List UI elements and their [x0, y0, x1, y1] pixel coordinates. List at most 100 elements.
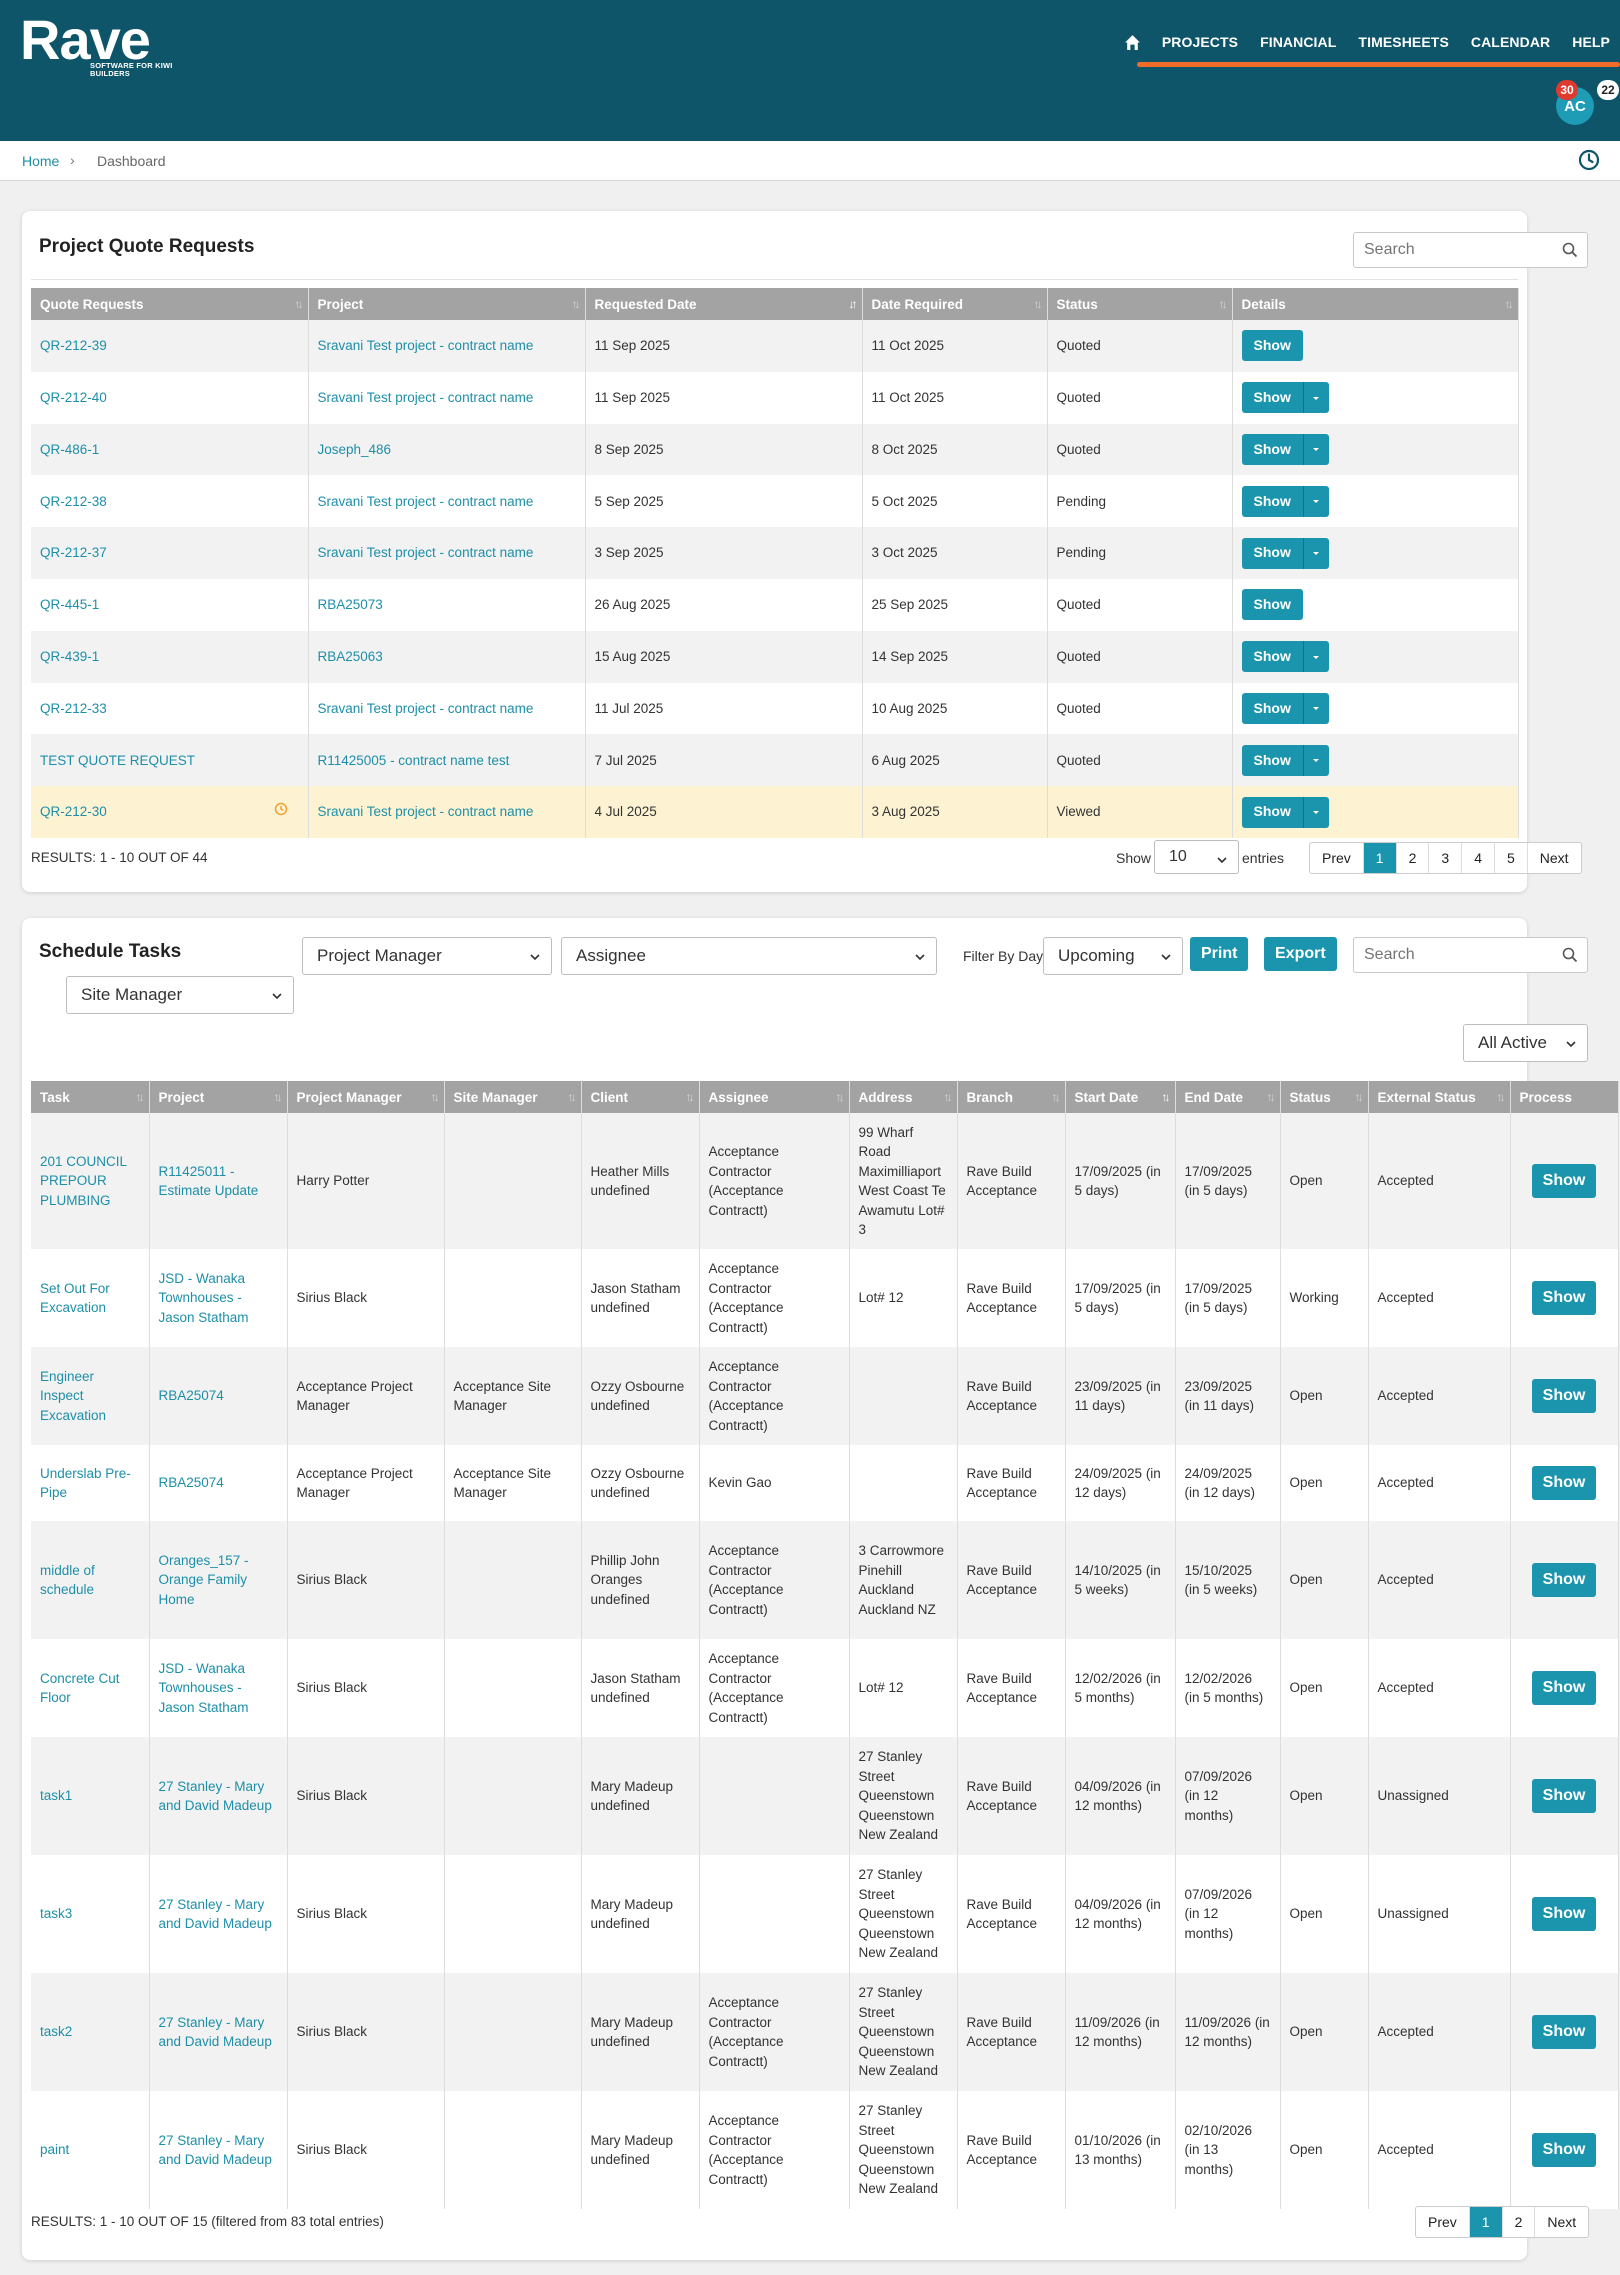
project-manager-select[interactable]: Project Manager [302, 937, 552, 975]
col-site-manager[interactable]: Site Manager ↑↓ [444, 1081, 582, 1113]
task-search[interactable] [1353, 937, 1588, 973]
quote-id-link[interactable]: QR-212-40 [40, 390, 107, 405]
project-link[interactable]: Sravani Test project - contract name [318, 338, 534, 353]
quote-id-link[interactable]: QR-212-30 [40, 804, 107, 819]
quote-id-link[interactable]: QR-212-39 [40, 338, 107, 353]
task-link[interactable]: 201 COUNCIL PREPOUR PLUMBING [40, 1154, 127, 1208]
col-requested-date[interactable]: Requested Date ↓↑ [585, 288, 863, 320]
show-button[interactable]: Show [1531, 1466, 1597, 1500]
col-status[interactable]: Status ↑↓ [1280, 1081, 1369, 1113]
col-external-status[interactable]: External Status ↑↓ [1368, 1081, 1511, 1113]
project-link[interactable]: R11425011 - Estimate Update [159, 1164, 259, 1199]
caret-down-icon[interactable] [1302, 744, 1329, 776]
page-3-button[interactable]: 3 [1429, 843, 1463, 873]
task-link[interactable]: Engineer Inspect Excavation [40, 1369, 106, 1423]
show-button[interactable]: Show [1241, 537, 1303, 569]
task-link[interactable]: task3 [40, 1906, 72, 1921]
col-assignee[interactable]: Assignee ↑↓ [699, 1081, 850, 1113]
task-search-input[interactable] [1354, 938, 1544, 972]
quote-id-link[interactable]: QR-212-33 [40, 701, 107, 716]
page-prev-button[interactable]: Prev [1416, 2207, 1470, 2237]
project-link[interactable]: RBA25073 [318, 597, 383, 612]
project-link[interactable]: Sravani Test project - contract name [318, 804, 534, 819]
col-client[interactable]: Client ↑↓ [581, 1081, 700, 1113]
task-link[interactable]: paint [40, 2142, 69, 2157]
project-link[interactable]: R11425005 - contract name test [318, 753, 510, 768]
show-button[interactable]: Show [1531, 1379, 1597, 1413]
task-link[interactable]: middle of schedule [40, 1563, 95, 1598]
project-link[interactable]: RBA25074 [159, 1388, 224, 1403]
quote-id-link[interactable]: TEST QUOTE REQUEST [40, 753, 195, 768]
project-link[interactable]: RBA25063 [318, 649, 383, 664]
project-link[interactable]: Sravani Test project - contract name [318, 545, 534, 560]
caret-down-icon[interactable] [1302, 382, 1329, 414]
caret-down-icon[interactable] [1302, 692, 1329, 724]
project-link[interactable]: Sravani Test project - contract name [318, 390, 534, 405]
col-end-date[interactable]: End Date ↑↓ [1175, 1081, 1281, 1113]
col-quote-requests[interactable]: Quote Requests ↑↓ [31, 288, 309, 320]
nav-timesheets[interactable]: TIMESHEETS [1358, 34, 1448, 50]
assignee-select[interactable]: Assignee [561, 937, 937, 975]
active-filter-select[interactable]: All Active [1463, 1024, 1588, 1062]
show-button[interactable]: Show [1531, 2133, 1597, 2167]
show-button[interactable]: Show [1531, 1779, 1597, 1813]
nav-calendar[interactable]: CALENDAR [1471, 34, 1550, 50]
rave-logo[interactable]: Rave SOFTWARE FOR KIWI BUILDERS [20, 12, 172, 82]
project-link[interactable]: Sravani Test project - contract name [318, 701, 534, 716]
task-link[interactable]: Set Out For Excavation [40, 1281, 110, 1316]
clock-icon[interactable] [1578, 149, 1602, 173]
project-link[interactable]: JSD - Wanaka Townhouses - Jason Statham [159, 1661, 249, 1715]
col-address[interactable]: Address ↑↓ [849, 1081, 958, 1113]
show-button[interactable]: Show [1531, 2015, 1597, 2049]
show-button[interactable]: Show [1531, 1897, 1597, 1931]
entries-select[interactable]: 10 [1154, 840, 1239, 874]
home-icon[interactable] [1124, 33, 1142, 51]
page-1-button[interactable]: 1 [1469, 2207, 1503, 2237]
project-link[interactable]: 27 Stanley - Mary and David Madeup [159, 1779, 272, 1814]
col-date-required[interactable]: Date Required ↑↓ [862, 288, 1048, 320]
show-button[interactable]: Show [1241, 382, 1303, 414]
project-link[interactable]: Oranges_157 - Orange Family Home [159, 1553, 249, 1607]
project-link[interactable]: 27 Stanley - Mary and David Madeup [159, 2015, 272, 2050]
caret-down-icon[interactable] [1302, 796, 1329, 828]
site-manager-select[interactable]: Site Manager [66, 976, 294, 1014]
caret-down-icon[interactable] [1302, 537, 1329, 569]
show-button[interactable]: Show [1531, 1671, 1597, 1705]
page-next-button[interactable]: Next [1535, 2207, 1588, 2237]
col-start-date[interactable]: Start Date ↑↓ [1065, 1081, 1176, 1113]
col-task[interactable]: Task ↑↓ [31, 1081, 150, 1113]
task-link[interactable]: Concrete Cut Floor [40, 1671, 120, 1706]
show-button[interactable]: Show [1241, 433, 1303, 465]
project-link[interactable]: Joseph_486 [318, 442, 392, 457]
col-status[interactable]: Status ↑↓ [1047, 288, 1233, 320]
print-button[interactable]: Print [1190, 937, 1249, 971]
page-next-button[interactable]: Next [1528, 843, 1581, 873]
show-button[interactable]: Show [1241, 641, 1303, 673]
nav-help[interactable]: HELP [1572, 34, 1610, 50]
page-2-button[interactable]: 2 [1503, 2207, 1536, 2237]
quote-id-link[interactable]: QR-212-37 [40, 545, 107, 560]
quote-id-link[interactable]: QR-445-1 [40, 597, 99, 612]
page-1-button[interactable]: 1 [1363, 843, 1397, 873]
project-link[interactable]: RBA25074 [159, 1475, 224, 1490]
task-link[interactable]: task1 [40, 1788, 72, 1803]
col-project[interactable]: Project ↑↓ [149, 1081, 288, 1113]
show-button[interactable]: Show [1241, 330, 1303, 362]
caret-down-icon[interactable] [1302, 433, 1329, 465]
show-button[interactable]: Show [1241, 589, 1303, 621]
col-process[interactable]: Process [1510, 1081, 1619, 1113]
col-project[interactable]: Project ↑↓ [308, 288, 586, 320]
quote-id-link[interactable]: QR-212-38 [40, 494, 107, 509]
nav-financial[interactable]: FINANCIAL [1260, 34, 1336, 50]
show-button[interactable]: Show [1531, 1281, 1597, 1315]
export-button[interactable]: Export [1264, 937, 1337, 971]
quote-search[interactable] [1353, 232, 1588, 268]
project-link[interactable]: JSD - Wanaka Townhouses - Jason Statham [159, 1271, 249, 1325]
page-5-button[interactable]: 5 [1495, 843, 1528, 873]
show-button[interactable]: Show [1531, 1164, 1597, 1198]
show-button[interactable]: Show [1241, 692, 1303, 724]
quote-search-input[interactable] [1354, 233, 1544, 267]
page-4-button[interactable]: 4 [1462, 843, 1495, 873]
page-prev-button[interactable]: Prev [1310, 843, 1364, 873]
filter-days-select[interactable]: Upcoming [1043, 937, 1183, 975]
